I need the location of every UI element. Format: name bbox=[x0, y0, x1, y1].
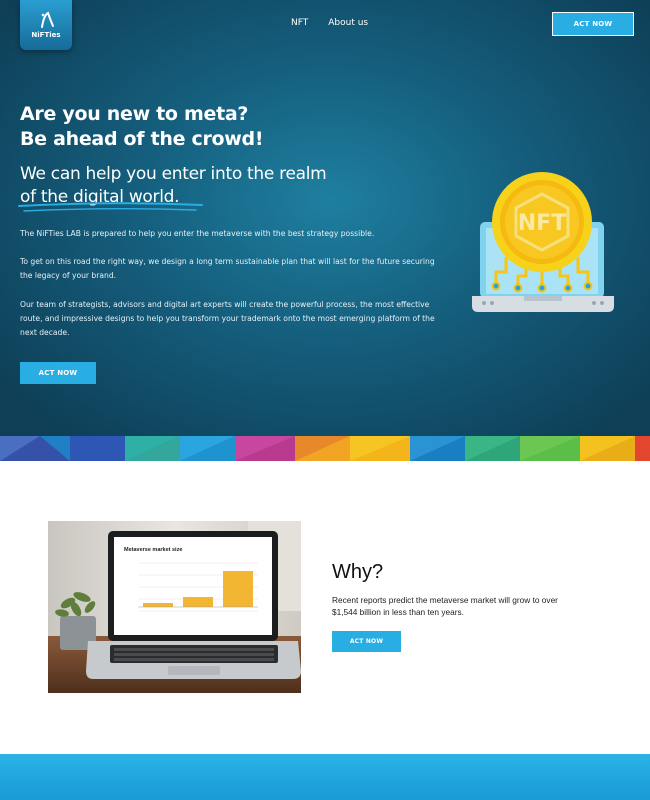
logo-mark-icon bbox=[41, 11, 54, 28]
hero-title-line-2: Be ahead of the crowd! bbox=[20, 128, 264, 150]
hero-paragraph-1: The NiFTies LAB is prepared to help you … bbox=[20, 229, 375, 238]
main-nav: NFT About us bbox=[291, 18, 368, 28]
logo[interactable]: NiFTies bbox=[20, 0, 72, 50]
laptop-chart-photo: Metaverse market size bbox=[48, 521, 301, 693]
why-act-now-button[interactable]: ACT NOW bbox=[332, 631, 401, 652]
logo-text: NiFTies bbox=[31, 31, 61, 39]
hero-paragraph-2: To get on this road the right way, we de… bbox=[20, 257, 435, 280]
footer-band bbox=[0, 754, 650, 800]
nft-coin-label: NFT bbox=[518, 211, 566, 236]
hero-paragraph-3: Our team of strategists, advisors and di… bbox=[20, 300, 435, 337]
nav-item-nft[interactable]: NFT bbox=[291, 18, 308, 28]
nav-item-about-us[interactable]: About us bbox=[328, 18, 368, 28]
why-text: Recent reports predict the metaverse mar… bbox=[332, 595, 558, 617]
screen-chart-title: Metaverse market size bbox=[124, 547, 182, 553]
hero-title-line-1: Are you new to meta? bbox=[20, 103, 249, 125]
header-act-now-button[interactable]: ACT NOW bbox=[552, 12, 634, 36]
hero-subtitle-underline bbox=[18, 202, 203, 212]
colorful-divider-strip bbox=[0, 436, 650, 461]
hero-subtitle-line-1: We can help you enter into the realm bbox=[20, 164, 327, 184]
hero-act-now-button[interactable]: ACT NOW bbox=[20, 362, 96, 384]
why-title: Why? bbox=[332, 561, 384, 583]
nft-coin-laptop-icon: NFT bbox=[472, 172, 614, 312]
hero-section: NiFTies NFT About us ACT NOW Are you new… bbox=[0, 0, 650, 437]
hero-title: Are you new to meta? Be ahead of the cro… bbox=[20, 102, 264, 152]
